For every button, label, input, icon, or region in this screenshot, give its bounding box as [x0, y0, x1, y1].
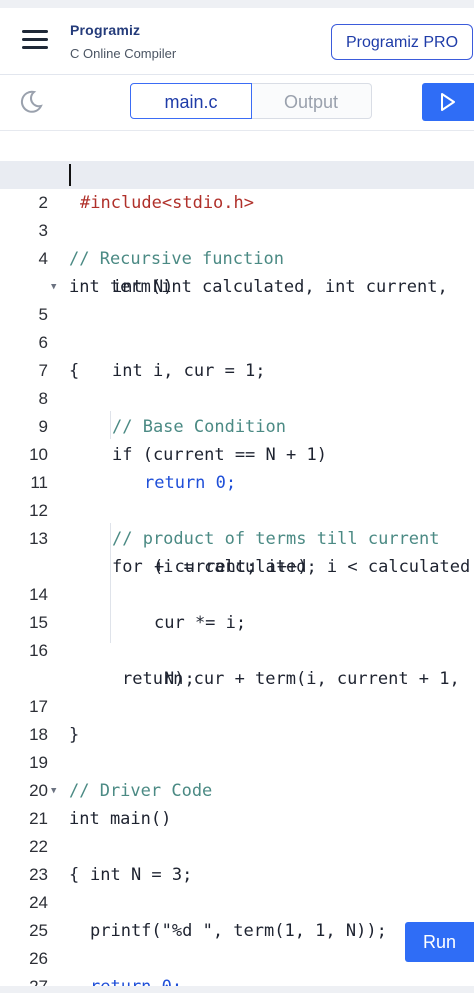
- code-line-1: 1 #include<stdio.h>: [0, 133, 474, 213]
- code-line-25: 25: [0, 889, 474, 940]
- code-line-19: 19 // Driver Code: [0, 721, 474, 801]
- tab-main-c[interactable]: main.c: [130, 83, 252, 119]
- programiz-pro-button[interactable]: Programiz PRO: [331, 24, 473, 60]
- app-header: Programiz C Online Compiler Programiz PR…: [0, 8, 474, 75]
- code-line-22: 22 int N = 3;: [0, 805, 474, 885]
- code-line-16: 16 return cur + term(i, current + 1,: [0, 609, 474, 689]
- editor-toolbar: main.c Output: [0, 75, 474, 131]
- code-line-5: 5 ▼ {: [0, 273, 474, 381]
- code-line-14: 14 cur *= i;: [0, 553, 474, 633]
- code-line-6: 6 int i, cur = 1;: [0, 301, 474, 381]
- code-editor[interactable]: 1 #include<stdio.h> 2 3 // Recursive fun…: [0, 131, 474, 986]
- code-line-20: 20 int main(): [0, 749, 474, 829]
- code-line-13-wrap: + current; i++): [0, 525, 474, 577]
- code-line-17: 17 }: [0, 665, 474, 745]
- code-line-23: 23: [0, 833, 474, 884]
- code-line-8: 8 // Base Condition: [0, 357, 474, 437]
- run-button[interactable]: Run: [405, 922, 474, 962]
- bottom-strip: [0, 986, 474, 993]
- code-line-12: 12 // product of terms till current: [0, 469, 474, 549]
- brand-subtitle: C Online Compiler: [70, 46, 177, 61]
- code-line-26: 26 return 0;: [0, 917, 474, 986]
- dark-mode-icon[interactable]: [18, 89, 44, 115]
- fold-arrow-icon[interactable]: ▼: [51, 273, 56, 301]
- code-line-4: 4 int term(int calculated, int current,: [0, 217, 474, 297]
- brand[interactable]: Programiz C Online Compiler: [70, 22, 176, 61]
- code-line-15: 15: [0, 581, 474, 632]
- brand-logo: Programiz: [70, 22, 141, 38]
- code-line-16-wrap: N);: [0, 637, 474, 689]
- code-line-24: 24 printf("%d ", term(1, 1, N));: [0, 861, 474, 941]
- code-line-7: 7: [0, 329, 474, 380]
- code-line-4-wrap: int N): [0, 245, 474, 297]
- code-line-10: 10 return 0;: [0, 413, 474, 493]
- fold-arrow-icon[interactable]: ▼: [51, 777, 56, 805]
- run-play-button[interactable]: [422, 83, 474, 121]
- code-line-2: 2: [0, 161, 474, 212]
- top-strip: [0, 0, 474, 8]
- tab-output[interactable]: Output: [251, 83, 372, 119]
- code-text: return 0;: [90, 973, 182, 986]
- line-number: 27: [0, 973, 48, 986]
- play-icon: [441, 93, 455, 111]
- code-line-27: 27 }: [0, 945, 474, 986]
- code-line-11: 11: [0, 441, 474, 492]
- code-line-9: 9 if (current == N + 1): [0, 385, 474, 465]
- code-line-21: 21 ▼ {: [0, 777, 474, 885]
- code-line-18: 18: [0, 693, 474, 744]
- code-line-13: 13 for (i = calculated; i < calculated: [0, 497, 474, 577]
- text-cursor: [69, 164, 71, 186]
- code-line-3: 3 // Recursive function: [0, 189, 474, 269]
- menu-icon[interactable]: [22, 28, 50, 50]
